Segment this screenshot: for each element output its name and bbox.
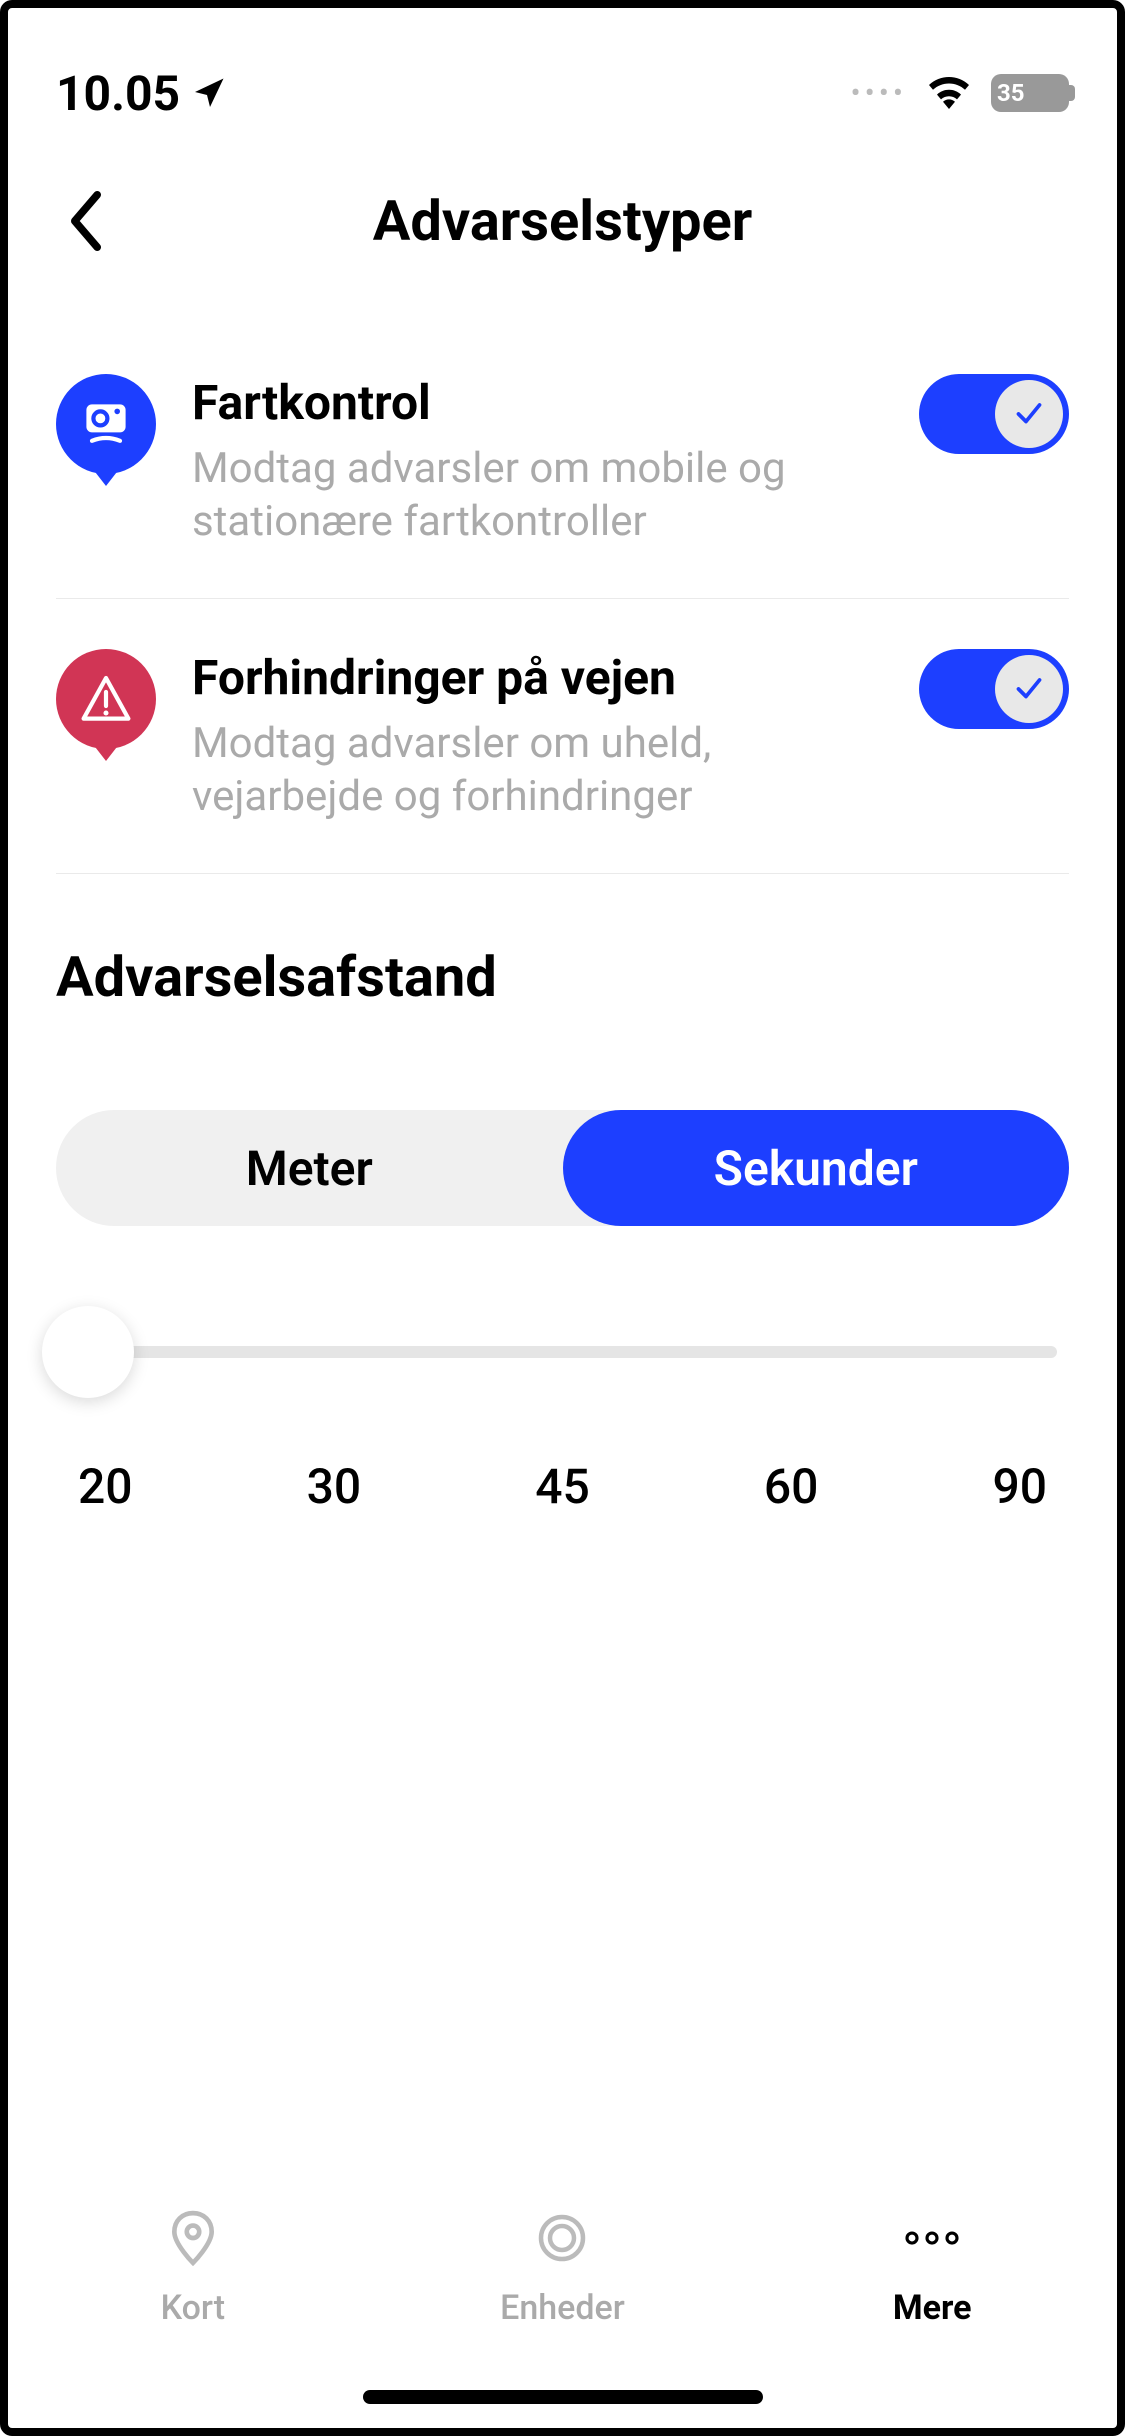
home-indicator[interactable]: [363, 2390, 763, 2404]
setting-speed-title: Fartkontrol: [192, 374, 883, 431]
distance-title: Advarselsafstand: [8, 874, 1117, 1060]
segment-meter[interactable]: Meter: [56, 1110, 563, 1226]
tab-label: Kort: [161, 2288, 226, 2328]
check-icon: [1014, 674, 1044, 704]
battery-level: 35: [997, 79, 1025, 107]
segment-seconds[interactable]: Sekunder: [563, 1110, 1070, 1226]
back-button[interactable]: [56, 191, 116, 251]
toggle-speed-control[interactable]: [919, 374, 1069, 454]
page-title: Advarselstyper: [373, 188, 753, 254]
slider-tick: 30: [307, 1458, 362, 1515]
header: Advarselstyper: [8, 148, 1117, 294]
toggle-knob: [995, 380, 1063, 448]
signal-dots-icon: ••••: [851, 76, 908, 111]
status-time: 10.05: [56, 65, 180, 122]
setting-obstacles-text: Forhindringer på vejen Modtag advarsler …: [192, 649, 883, 823]
location-arrow-icon: [192, 65, 228, 122]
slider-tick: 45: [535, 1458, 590, 1515]
tab-bar: Kort Enheder Mere: [8, 2168, 1117, 2428]
chevron-left-icon: [66, 191, 106, 251]
slider-thumb[interactable]: [42, 1306, 134, 1398]
speed-camera-icon: [56, 374, 156, 474]
status-bar: 10.05 •••• 35: [8, 8, 1117, 148]
tab-map[interactable]: Kort: [93, 2208, 293, 2328]
check-icon: [1014, 399, 1044, 429]
tab-more[interactable]: Mere: [832, 2208, 1032, 2328]
segment-control-distance-unit: Meter Sekunder: [56, 1110, 1069, 1226]
status-left: 10.05: [56, 65, 228, 122]
setting-obstacles-desc: Modtag advarsler om uheld, vejarbejde og…: [192, 718, 883, 823]
devices-icon: [535, 2208, 589, 2268]
tab-label: Mere: [893, 2288, 972, 2328]
status-right: •••• 35: [851, 73, 1070, 113]
warning-triangle-icon: [56, 649, 156, 749]
slider-tick: 20: [78, 1458, 133, 1515]
wifi-icon: [925, 73, 973, 113]
toggle-knob: [995, 655, 1063, 723]
setting-speed-text: Fartkontrol Modtag advarsler om mobile o…: [192, 374, 883, 548]
tab-devices[interactable]: Enheder: [462, 2208, 662, 2328]
toggle-obstacles[interactable]: [919, 649, 1069, 729]
slider-tick: 90: [992, 1458, 1047, 1515]
setting-obstacles-title: Forhindringer på vejen: [192, 649, 883, 706]
more-dots-icon: [902, 2208, 962, 2268]
setting-speed-desc: Modtag advarsler om mobile og stationære…: [192, 443, 883, 548]
map-pin-icon: [169, 2208, 217, 2268]
distance-slider[interactable]: [68, 1346, 1057, 1358]
setting-speed-control: Fartkontrol Modtag advarsler om mobile o…: [56, 324, 1069, 599]
slider-labels: 20 30 45 60 90: [68, 1458, 1057, 1515]
setting-obstacles: Forhindringer på vejen Modtag advarsler …: [56, 599, 1069, 874]
tab-label: Enheder: [500, 2288, 625, 2328]
battery-icon: 35: [991, 74, 1069, 112]
slider-tick: 60: [764, 1458, 819, 1515]
settings-list: Fartkontrol Modtag advarsler om mobile o…: [8, 294, 1117, 874]
distance-slider-container: 20 30 45 60 90: [8, 1226, 1117, 1515]
